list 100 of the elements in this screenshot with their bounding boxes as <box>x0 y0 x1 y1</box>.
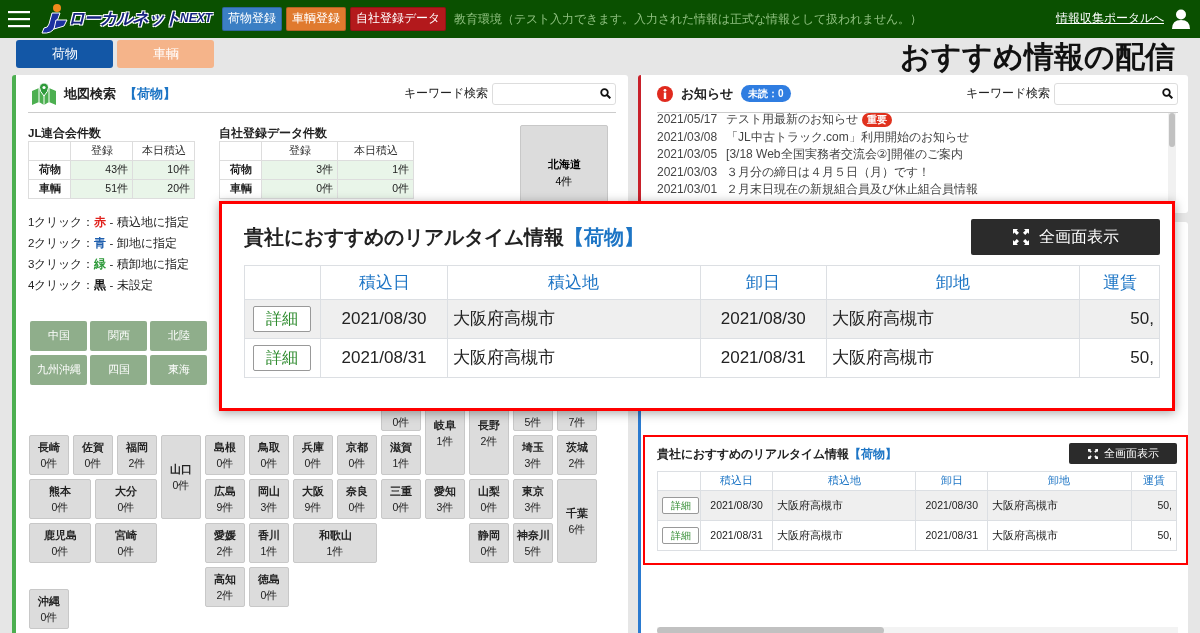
table-cell: 2021/08/30 <box>700 490 773 521</box>
prefecture-tile[interactable]: 熊本 0件 <box>29 479 91 519</box>
prefecture-tile[interactable]: 大分 0件 <box>95 479 157 519</box>
column-header: 積込地 <box>772 471 916 491</box>
portal-link[interactable]: 情報収集ポータルへ <box>1056 10 1164 28</box>
prefecture-tile[interactable]: 和歌山 1件 <box>293 523 377 563</box>
prefecture-tile[interactable]: 香川 1件 <box>249 523 289 563</box>
map-icon <box>32 82 56 105</box>
menu-icon[interactable] <box>8 10 30 28</box>
table-cell: 50, <box>1131 520 1177 551</box>
prefecture-tile[interactable]: 高知 2件 <box>205 567 245 607</box>
row-header: 荷物 <box>219 160 262 180</box>
tab[interactable]: 荷物 <box>16 40 113 68</box>
scrollbar[interactable] <box>1168 113 1176 203</box>
prefecture-tile[interactable]: 山梨 0件 <box>469 479 509 519</box>
table-cell: 50, <box>1079 338 1160 378</box>
table-cell: 50, <box>1079 299 1160 339</box>
table-cell: 大阪府高槻市 <box>987 520 1132 551</box>
prefecture-tile[interactable]: 愛知 3件 <box>425 479 465 519</box>
prefecture-tile[interactable]: 千葉 6件 <box>557 479 597 563</box>
prefecture-tile[interactable]: 山口 0件 <box>161 435 201 519</box>
fullscreen-button[interactable]: 全画面表示 <box>971 219 1160 255</box>
notice-date: 2021/03/03 <box>657 163 718 181</box>
prefecture-tile[interactable]: 三重 0件 <box>381 479 421 519</box>
detail-button[interactable]: 詳細 <box>253 306 312 332</box>
legend-text: 3クリック：緑 - 積卸地に指定 <box>28 257 189 272</box>
column-header: 本日積込 <box>132 141 195 161</box>
expand-icon <box>1012 229 1029 245</box>
detail-button[interactable]: 詳細 <box>662 527 699 544</box>
prefecture-tile[interactable]: 島根 0件 <box>205 435 245 475</box>
prefecture-tile[interactable]: 京都 0件 <box>337 435 377 475</box>
prefecture-tile[interactable]: 鳥取 0件 <box>249 435 289 475</box>
search-field[interactable] <box>1054 82 1178 105</box>
search-field[interactable] <box>492 82 616 105</box>
table-cell: 大阪府高槻市 <box>447 338 701 378</box>
table-cell: 2021/08/31 <box>700 520 773 551</box>
search-icon[interactable] <box>600 88 611 99</box>
column-header: 卸地 <box>826 265 1080 300</box>
prefecture-tile[interactable]: 滋賀 1件 <box>381 435 421 475</box>
logo-text: ローカルネット <box>68 8 180 31</box>
notice-date: 2021/03/01 <box>657 181 718 199</box>
table-cell: 大阪府高槻市 <box>987 490 1132 521</box>
prefecture-tile[interactable]: 長崎 0件 <box>29 435 69 475</box>
panel-title: 貴社におすすめのリアルタイム情報 <box>657 445 849 463</box>
prefecture-tile[interactable]: 鹿児島 0件 <box>29 523 91 563</box>
column-header: 登録 <box>261 141 338 161</box>
prefecture-tile[interactable]: 沖縄 0件 <box>29 589 69 629</box>
category-label: 【荷物】 <box>124 84 176 103</box>
header-button[interactable]: 自社登録データ <box>350 7 446 31</box>
prefecture-tile[interactable]: 宮崎 0件 <box>95 523 157 563</box>
table-cell: 大阪府高槻市 <box>772 490 916 521</box>
notice-date: 2021/05/17 <box>657 111 718 128</box>
table-cell: 大阪府高槻市 <box>447 299 701 339</box>
search-label: キーワード検索 <box>404 85 488 101</box>
table-cell: 2021/08/30 <box>915 490 988 521</box>
table-cell: 大阪府高槻市 <box>772 520 916 551</box>
prefecture-tile[interactable]: 神奈川 5件 <box>513 523 553 563</box>
fullscreen-button[interactable]: 全画面表示 <box>1069 443 1177 464</box>
detail-button[interactable]: 詳細 <box>662 497 699 514</box>
prefecture-tile[interactable]: 愛媛 2件 <box>205 523 245 563</box>
prefecture-tile[interactable]: 奈良 0件 <box>337 479 377 519</box>
table-title: JL連合会件数 <box>28 126 103 141</box>
expand-icon <box>1087 448 1098 459</box>
prefecture-tile[interactable]: 佐賀 0件 <box>73 435 113 475</box>
column-header: 本日積込 <box>337 141 414 161</box>
table-cell: 2021/08/31 <box>915 520 988 551</box>
prefecture-tile[interactable]: 岡山 3件 <box>249 479 289 519</box>
header-button[interactable]: 荷物登録 <box>222 7 282 31</box>
table-title: 自社登録データ件数 <box>219 126 328 141</box>
column-header: 積込地 <box>447 265 701 300</box>
prefecture-tile[interactable]: 茨城 2件 <box>557 435 597 475</box>
notice-date: 2021/03/08 <box>657 128 718 146</box>
notice-link[interactable]: テスト用最新のお知らせ <box>726 111 859 129</box>
page-title: おすすめ情報の配信 <box>899 39 1176 75</box>
unread-badge: 未読：0 <box>741 85 791 102</box>
card-title: お知らせ <box>681 84 733 103</box>
legend-text: 4クリック：黒 - 未設定 <box>28 278 153 293</box>
notice-link[interactable]: [3/18 Web全国実務者交流会②]開催のご案内 <box>726 146 963 164</box>
prefecture-tile[interactable]: 徳島 0件 <box>249 567 289 607</box>
category-label: 【荷物】 <box>849 445 897 463</box>
prefecture-tile[interactable]: 埼玉 3件 <box>513 435 553 475</box>
row-header: 荷物 <box>28 160 71 180</box>
prefecture-tile[interactable]: 静岡 0件 <box>469 523 509 563</box>
logo-text: NEXT <box>180 10 212 25</box>
prefecture-tile[interactable]: 大阪 9件 <box>293 479 333 519</box>
notice-link[interactable]: 「JL中古トラック.com」利用開始のお知らせ <box>726 128 969 147</box>
table-cell: 2021/08/30 <box>320 299 448 339</box>
prefecture-tile[interactable]: 兵庫 0件 <box>293 435 333 475</box>
table-cell: 2021/08/31 <box>700 338 827 378</box>
notice-link[interactable]: ２月末日現在の新規組合員及び休止組合員情報 <box>726 181 979 199</box>
notice-link[interactable]: ３月分の締日は４月５日（月）です！ <box>726 163 931 182</box>
search-icon[interactable] <box>1162 88 1173 99</box>
prefecture-tile[interactable]: 東京 3件 <box>513 479 553 519</box>
prefecture-tile[interactable]: 広島 9件 <box>205 479 245 519</box>
logo-icon[interactable] <box>38 3 68 35</box>
user-icon[interactable] <box>1172 9 1190 29</box>
column-header: 積込日 <box>700 471 773 491</box>
detail-button[interactable]: 詳細 <box>253 345 312 371</box>
column-header: 卸日 <box>915 471 988 491</box>
prefecture-tile[interactable]: 福岡 2件 <box>117 435 157 475</box>
